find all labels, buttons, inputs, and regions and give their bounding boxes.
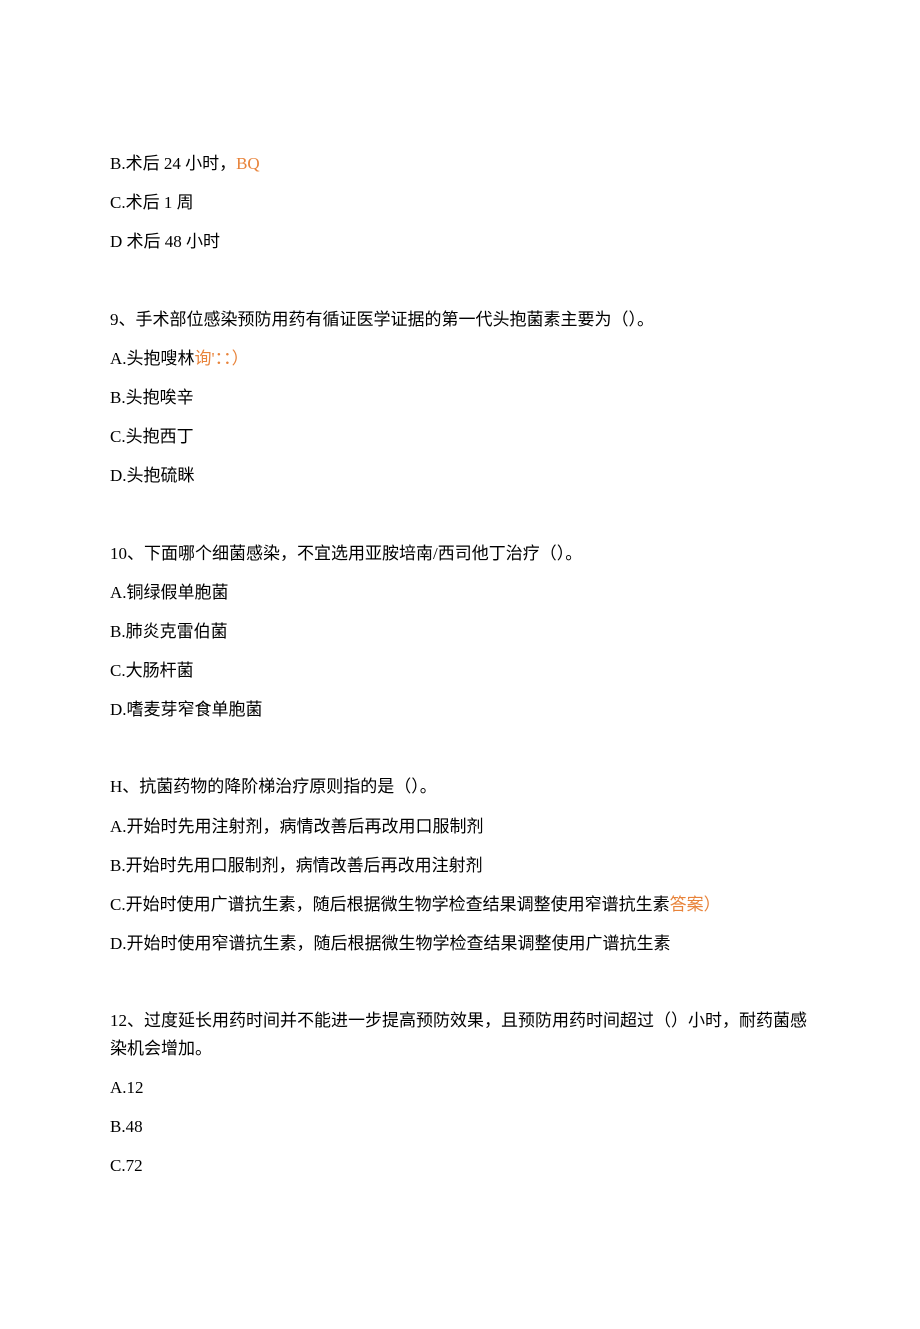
option-c-text: C.开始时使用广谱抗生素，随后根据微生物学检查结果调整使用窄谱抗生素 (110, 895, 670, 914)
option-b: B.头抱唉辛 (110, 384, 810, 411)
option-c: C.大肠杆菌 (110, 657, 810, 684)
option-b: B.48 (110, 1113, 810, 1140)
option-b: B.肺炎克雷伯菌 (110, 618, 810, 645)
option-d: D 术后 48 小时 (110, 228, 810, 255)
document-page: B.术后 24 小时，BQ C.术后 1 周 D 术后 48 小时 9、手术部位… (0, 0, 920, 1329)
option-b: B.术后 24 小时，BQ (110, 150, 810, 177)
question-stem: H、抗菌药物的降阶梯治疗原则指的是（）。 (110, 773, 810, 800)
question-stem: 12、过度延长用药时间并不能进一步提高预防效果，且预防用药时间超过（）小时，耐药… (110, 1007, 810, 1061)
question-8-partial: B.术后 24 小时，BQ C.术后 1 周 D 术后 48 小时 (110, 150, 810, 256)
option-c: C.开始时使用广谱抗生素，随后根据微生物学检查结果调整使用窄谱抗生素答案） (110, 891, 810, 918)
option-a: A.铜绿假单胞菌 (110, 579, 810, 606)
option-b-annotation: BQ (236, 154, 260, 173)
question-9: 9、手术部位感染预防用药有循证医学证据的第一代头抱菌素主要为（）。 A.头抱嗖林… (110, 306, 810, 490)
option-a: A.头抱嗖林询'：：） (110, 345, 810, 372)
option-c-annotation: 答案） (670, 895, 721, 914)
option-a-text: A.头抱嗖林 (110, 349, 195, 368)
option-a: A.12 (110, 1074, 810, 1101)
option-d: D.头抱硫眯 (110, 462, 810, 489)
option-a: A.开始时先用注射剂，病情改善后再改用口服制剂 (110, 813, 810, 840)
question-12: 12、过度延长用药时间并不能进一步提高预防效果，且预防用药时间超过（）小时，耐药… (110, 1007, 810, 1179)
option-b: B.开始时先用口服制剂，病情改善后再改用注射剂 (110, 852, 810, 879)
option-c: C.头抱西丁 (110, 423, 810, 450)
question-stem: 9、手术部位感染预防用药有循证医学证据的第一代头抱菌素主要为（）。 (110, 306, 810, 333)
option-d: D.开始时使用窄谱抗生素，随后根据微生物学检查结果调整使用广谱抗生素 (110, 930, 810, 957)
option-c: C.72 (110, 1152, 810, 1179)
question-stem: 10、下面哪个细菌感染，不宜选用亚胺培南/西司他丁治疗（）。 (110, 540, 810, 567)
question-10: 10、下面哪个细菌感染，不宜选用亚胺培南/西司他丁治疗（）。 A.铜绿假单胞菌 … (110, 540, 810, 724)
option-c: C.术后 1 周 (110, 189, 810, 216)
option-a-annotation: 询'：：） (195, 349, 249, 368)
option-b-text: B.术后 24 小时， (110, 154, 236, 173)
option-d: D.嗜麦芽窄食单胞菌 (110, 696, 810, 723)
question-11: H、抗菌药物的降阶梯治疗原则指的是（）。 A.开始时先用注射剂，病情改善后再改用… (110, 773, 810, 957)
